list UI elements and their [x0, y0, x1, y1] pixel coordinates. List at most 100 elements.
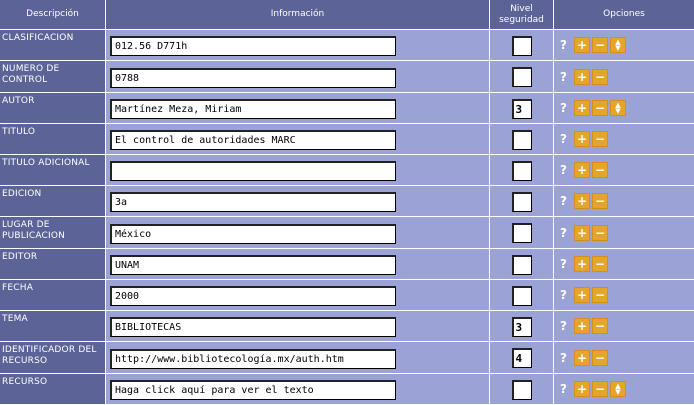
- minus-icon: −: [594, 69, 606, 84]
- field-label-cell: LUGAR DE PUBLICACION: [0, 217, 106, 249]
- remove-field-button[interactable]: −: [592, 193, 608, 209]
- remove-field-button[interactable]: −: [592, 37, 608, 53]
- field-value-cell: [106, 217, 490, 249]
- field-value-input[interactable]: [110, 130, 396, 150]
- remove-field-button[interactable]: −: [592, 131, 608, 147]
- security-level-input[interactable]: [511, 191, 532, 212]
- help-icon[interactable]: ?: [560, 288, 573, 302]
- options-group: ? + −: [560, 68, 694, 85]
- help-icon[interactable]: ?: [560, 163, 573, 177]
- plus-icon: +: [576, 350, 588, 365]
- remove-field-button[interactable]: −: [592, 318, 608, 334]
- plus-icon: +: [576, 101, 588, 115]
- field-value-input[interactable]: [110, 348, 396, 369]
- options-cell: ? + −: [554, 280, 694, 311]
- add-field-button[interactable]: +: [574, 193, 590, 209]
- remove-field-button[interactable]: −: [592, 224, 608, 241]
- add-field-button[interactable]: +: [574, 318, 590, 334]
- security-level-input[interactable]: [511, 129, 532, 150]
- plus-icon: +: [576, 69, 588, 84]
- field-row: NUMERO DE CONTROL ? + −: [0, 61, 694, 93]
- field-row: IDENTIFICADOR DEL RECURSO ? + −: [0, 342, 694, 374]
- security-level-input[interactable]: [511, 348, 532, 368]
- plus-icon: +: [576, 257, 588, 271]
- remove-field-button[interactable]: −: [592, 256, 608, 272]
- field-value-input[interactable]: [110, 317, 396, 337]
- security-level-input[interactable]: [511, 379, 532, 400]
- add-field-button[interactable]: +: [574, 287, 590, 303]
- arrow-down-icon: ▼: [615, 107, 621, 115]
- field-value-cell: [106, 186, 490, 217]
- security-level-input[interactable]: [511, 254, 532, 275]
- help-icon[interactable]: ?: [560, 351, 573, 365]
- security-level-input[interactable]: [511, 223, 532, 243]
- field-value-input[interactable]: [110, 255, 396, 275]
- options-cell: ? + −: [554, 249, 694, 280]
- field-label-cell: TITULO ADICIONAL: [0, 155, 106, 186]
- help-icon[interactable]: ?: [560, 38, 573, 52]
- add-field-button[interactable]: +: [574, 37, 590, 53]
- remove-field-button[interactable]: −: [592, 381, 608, 397]
- options-group: ? + −: [560, 287, 694, 303]
- header-row: Descripción Información Nivel seguridad …: [0, 0, 694, 30]
- header-informacion: Información: [106, 0, 490, 30]
- add-field-button[interactable]: +: [574, 68, 590, 85]
- remove-field-button[interactable]: −: [592, 349, 608, 366]
- help-icon[interactable]: ?: [560, 101, 573, 115]
- remove-field-button[interactable]: −: [592, 287, 608, 303]
- remove-field-button[interactable]: −: [592, 162, 608, 178]
- options-cell: ? + −: [554, 155, 694, 186]
- security-level-input[interactable]: [511, 67, 532, 87]
- security-level-input[interactable]: [511, 98, 532, 119]
- plus-icon: +: [576, 319, 588, 333]
- security-level-cell: [490, 374, 554, 405]
- field-value-input[interactable]: [110, 99, 396, 119]
- move-field-button[interactable]: ▲ ▼: [610, 100, 626, 116]
- options-cell: ? + − ▲ ▼: [554, 93, 694, 124]
- field-row: EDITOR ? + −: [0, 249, 694, 280]
- add-field-button[interactable]: +: [574, 131, 590, 147]
- field-label: EDITOR: [2, 252, 38, 262]
- field-value-input[interactable]: [110, 223, 396, 244]
- help-icon[interactable]: ?: [560, 226, 573, 240]
- remove-field-button[interactable]: −: [592, 100, 608, 116]
- security-level-cell: [490, 217, 554, 249]
- help-icon[interactable]: ?: [560, 257, 573, 271]
- add-field-button[interactable]: +: [574, 349, 590, 366]
- add-field-button[interactable]: +: [574, 224, 590, 241]
- field-label-cell: TITULO: [0, 124, 106, 155]
- security-level-input[interactable]: [511, 35, 532, 56]
- security-level-cell: [490, 124, 554, 155]
- help-icon[interactable]: ?: [560, 382, 573, 396]
- field-value-input[interactable]: [110, 192, 396, 212]
- minus-icon: −: [594, 382, 606, 396]
- help-icon[interactable]: ?: [560, 70, 573, 84]
- field-row: CLASIFICACION ? + − ▲▼: [0, 30, 694, 61]
- add-field-button[interactable]: +: [574, 162, 590, 178]
- options-group: ? + −: [560, 256, 694, 272]
- add-field-button[interactable]: +: [574, 100, 590, 116]
- field-value-input[interactable]: [110, 286, 396, 306]
- help-icon[interactable]: ?: [560, 132, 573, 146]
- minus-icon: −: [594, 194, 606, 208]
- security-level-input[interactable]: [511, 160, 532, 181]
- move-field-button[interactable]: ▲ ▼: [610, 37, 626, 53]
- help-icon[interactable]: ?: [560, 319, 573, 333]
- add-field-button[interactable]: +: [574, 256, 590, 272]
- remove-field-button[interactable]: −: [592, 68, 608, 85]
- add-field-button[interactable]: +: [574, 381, 590, 397]
- security-level-input[interactable]: [511, 316, 532, 337]
- help-icon[interactable]: ?: [560, 194, 573, 208]
- security-level-input[interactable]: [511, 285, 532, 306]
- field-row: TEMA ? + −: [0, 311, 694, 342]
- plus-icon: +: [576, 38, 588, 52]
- field-value-cell: [106, 124, 490, 155]
- field-value-input[interactable]: [110, 36, 396, 56]
- security-level-cell: [490, 342, 554, 374]
- plus-icon: +: [576, 225, 588, 240]
- field-value-input[interactable]: [110, 380, 396, 400]
- header-nivel-line2: seguridad: [499, 14, 544, 25]
- field-value-input[interactable]: [110, 67, 396, 88]
- field-value-input[interactable]: [110, 161, 396, 181]
- move-field-button[interactable]: ▲ ▼: [610, 381, 626, 397]
